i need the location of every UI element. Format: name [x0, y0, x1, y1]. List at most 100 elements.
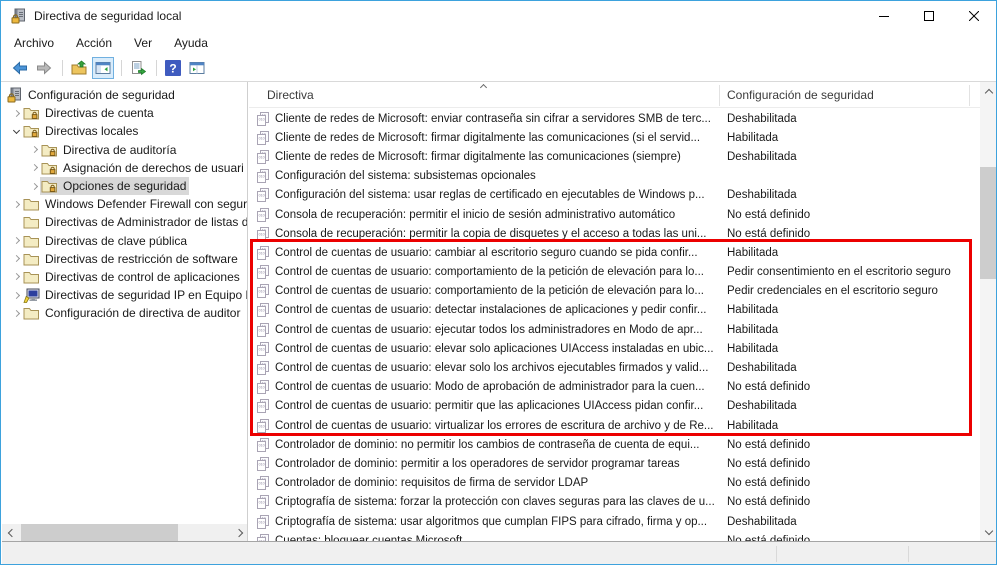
tree-horizontal-scrollbar[interactable] [2, 524, 248, 541]
tree-item[interactable]: Directivas de Administrador de listas d [2, 213, 247, 231]
expander-collapsed-icon[interactable] [28, 184, 40, 189]
svg-text:010: 010 [259, 520, 265, 524]
help-button[interactable]: ? [162, 57, 184, 79]
expander-collapsed-icon[interactable] [10, 256, 22, 261]
svg-text:010: 010 [259, 539, 265, 541]
column-header-configuracion[interactable]: Configuración de seguridad [727, 82, 967, 108]
policy-row[interactable]: 10010Control de cuentas de usuario: comp… [249, 263, 980, 282]
scroll-down-button[interactable] [980, 523, 997, 540]
policy-row[interactable]: 10010Control de cuentas de usuario: camb… [249, 243, 980, 262]
policy-document-icon: 10010 [256, 534, 270, 541]
policy-name: Control de cuentas de usuario: elevar so… [275, 343, 727, 355]
toolbar-separator [121, 60, 122, 76]
policy-row[interactable]: 10010Cliente de redes de Microsoft: firm… [249, 128, 980, 147]
list-vertical-scrollbar[interactable] [980, 82, 997, 541]
policy-document-icon: 10010 [256, 380, 270, 394]
column-divider[interactable] [719, 85, 720, 106]
menu-accion[interactable]: Acción [65, 32, 123, 54]
tree-item[interactable]: Directivas de cuenta [2, 104, 247, 122]
expander-collapsed-icon[interactable] [10, 111, 22, 116]
policy-row[interactable]: 10010Control de cuentas de usuario: elev… [249, 339, 980, 358]
expander-collapsed-icon[interactable] [10, 202, 22, 207]
policy-row[interactable]: 10010Controlador de dominio: no permitir… [249, 435, 980, 454]
tree-item[interactable]: Directivas locales [2, 122, 247, 140]
scroll-up-button[interactable] [980, 83, 997, 100]
horizontal-scrollbar-thumb[interactable] [21, 524, 178, 541]
policy-row[interactable]: 10010Consola de recuperación: permitir e… [249, 205, 980, 224]
tree-item[interactable]: Directivas de clave pública [2, 232, 247, 250]
svg-text:010: 010 [259, 156, 265, 160]
svg-text:010: 010 [259, 347, 265, 351]
forward-button[interactable] [33, 57, 55, 79]
tree-item[interactable]: Windows Defender Firewall con segur [2, 195, 247, 213]
tree-item[interactable]: Opciones de seguridad [2, 177, 247, 195]
policy-row[interactable]: 10010Control de cuentas de usuario: virt… [249, 416, 980, 435]
menu-ver[interactable]: Ver [123, 32, 163, 54]
policy-row[interactable]: 10010 Cliente de redes de Microsoft: firm… [249, 147, 980, 166]
policy-row[interactable]: 10010Controlador de dominio: requisitos … [249, 474, 980, 493]
policy-row[interactable]: 10010Cliente de redes de Microsoft: envi… [249, 109, 980, 128]
policy-row[interactable]: 10010Control de cuentas de usuario: Modo… [249, 378, 980, 397]
policy-document-icon: 10010 [256, 495, 270, 509]
policy-row[interactable]: 10010Criptografía de sistema: forzar la … [249, 493, 980, 512]
back-button[interactable] [9, 57, 31, 79]
tree-item-label: Opciones de seguridad [63, 179, 186, 193]
tree-item[interactable]: Directivas de restricción de software [2, 250, 247, 268]
statusbar-divider [908, 546, 909, 562]
close-button[interactable] [951, 1, 996, 31]
policy-row[interactable]: 10010Control de cuentas de usuario: perm… [249, 397, 980, 416]
folder-icon [23, 233, 40, 249]
scroll-right-button[interactable] [231, 524, 248, 541]
tree-item[interactable]: Directivas de control de aplicaciones [2, 268, 247, 286]
show-action-pane-button[interactable] [186, 57, 208, 79]
menubar: Archivo Acción Ver Ayuda [1, 31, 996, 55]
policy-name: Cliente de redes de Microsoft: firmar di… [275, 151, 727, 163]
policy-row[interactable]: 10010Consola de recuperación: permitir l… [249, 224, 980, 243]
policy-name: Consola de recuperación: permitir el ini… [275, 209, 727, 221]
svg-text:010: 010 [259, 386, 265, 390]
up-one-level-button[interactable] [68, 57, 90, 79]
policy-name: Consola de recuperación: permitir la cop… [275, 228, 727, 240]
policy-row[interactable]: 10010Configuración del sistema: usar reg… [249, 186, 980, 205]
expander-collapsed-icon[interactable] [28, 147, 40, 152]
expander-expanded-icon[interactable] [10, 130, 22, 133]
menu-ayuda[interactable]: Ayuda [163, 32, 219, 54]
expander-collapsed-icon[interactable] [10, 238, 22, 243]
policy-row[interactable]: 10010Configuración del sistema: subsiste… [249, 167, 980, 186]
minimize-button[interactable] [861, 1, 906, 31]
policy-setting: Deshabilitada [727, 189, 980, 201]
expander-collapsed-icon[interactable] [10, 311, 22, 316]
svg-text:010: 010 [259, 501, 265, 505]
svg-text:010: 010 [259, 424, 265, 428]
show-console-tree-button[interactable] [92, 57, 114, 79]
policy-setting: No está definido [727, 496, 980, 508]
policy-name: Configuración del sistema: usar reglas d… [275, 189, 727, 201]
expander-collapsed-icon[interactable] [28, 165, 40, 170]
scroll-left-button[interactable] [2, 524, 19, 541]
policy-document-icon: 10010 [256, 361, 270, 375]
column-divider[interactable] [969, 85, 970, 106]
menu-archivo[interactable]: Archivo [3, 32, 65, 54]
tree-item[interactable]: Directivas de seguridad IP en Equipo l [2, 286, 247, 304]
policy-row[interactable]: 10010Control de cuentas de usuario: dete… [249, 301, 980, 320]
export-list-button[interactable] [127, 57, 149, 79]
tree-item-label: Asignación de derechos de usuari [63, 161, 244, 175]
policy-document-icon: 10010 [256, 150, 270, 164]
tree-item[interactable]: Configuración de directiva de auditor [2, 304, 247, 322]
folder-lock-icon [41, 142, 58, 158]
policy-row[interactable]: 10010Cuentas: bloquear cuentas Microsoft… [249, 531, 980, 541]
policy-row[interactable]: 10010Controlador de dominio: permitir a … [249, 454, 980, 473]
policy-row[interactable]: 10010Control de cuentas de usuario: elev… [249, 358, 980, 377]
maximize-button[interactable] [906, 1, 951, 31]
expander-collapsed-icon[interactable] [10, 293, 22, 298]
column-header-directiva[interactable]: Directiva [267, 82, 717, 108]
tree-item[interactable]: Configuración de seguridad [2, 86, 247, 104]
tree-item[interactable]: Asignación de derechos de usuari [2, 159, 247, 177]
policy-row[interactable]: 10010Control de cuentas de usuario: ejec… [249, 320, 980, 339]
policy-row[interactable]: 10010Criptografía de sistema: usar algor… [249, 512, 980, 531]
vertical-scrollbar-thumb[interactable] [980, 167, 997, 279]
export-list-icon [130, 60, 146, 76]
tree-item[interactable]: Directiva de auditoría [2, 141, 247, 159]
policy-row[interactable]: 10010Control de cuentas de usuario: comp… [249, 282, 980, 301]
expander-collapsed-icon[interactable] [10, 274, 22, 279]
